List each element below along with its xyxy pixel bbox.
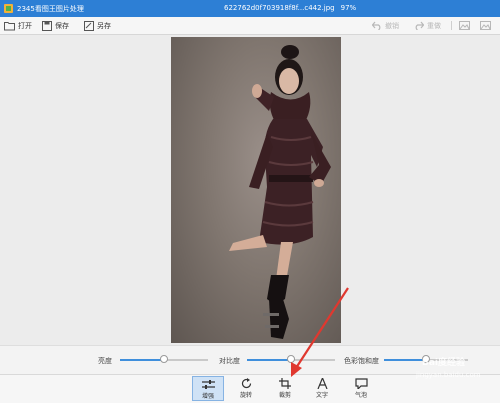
rotate-icon bbox=[241, 378, 251, 389]
title-bar: 2345看图王图片处理 622762d0f703918f8f...c442.jp… bbox=[0, 0, 500, 17]
text-icon bbox=[316, 378, 328, 389]
tool-text-label: 文字 bbox=[315, 392, 328, 399]
redo-icon bbox=[415, 21, 424, 30]
save-as-button[interactable]: 另存 bbox=[84, 20, 111, 31]
fullscreen-button[interactable] bbox=[480, 20, 491, 31]
app-title: 2345看图王图片处理 bbox=[17, 5, 84, 13]
tool-enhance[interactable]: 增强 bbox=[192, 376, 224, 401]
contrast-slider[interactable] bbox=[247, 355, 335, 363]
image-icon bbox=[480, 21, 491, 30]
tool-bubble-label: 气泡 bbox=[354, 392, 367, 399]
adjustment-panel: 亮度 对比度 色彩饱和度 bbox=[0, 345, 500, 375]
speech-bubble-icon bbox=[354, 378, 368, 389]
zoom-level: 97% bbox=[340, 4, 357, 12]
save-as-label: 另存 bbox=[97, 21, 111, 30]
saturation-label: 色彩饱和度 bbox=[344, 357, 379, 365]
tool-rotate-label: 旋转 bbox=[239, 392, 252, 399]
undo-icon bbox=[372, 21, 381, 30]
toolbar: 打开 保存 另存 撤销 重做 bbox=[0, 17, 500, 35]
image-canvas[interactable] bbox=[0, 35, 500, 345]
brightness-slider[interactable] bbox=[120, 355, 208, 363]
edited-photo bbox=[171, 37, 341, 343]
tool-rotate[interactable]: 旋转 bbox=[230, 376, 262, 401]
redo-button[interactable]: 重做 bbox=[414, 20, 441, 31]
save-as-icon bbox=[84, 20, 94, 31]
folder-open-icon bbox=[4, 21, 15, 30]
tool-enhance-label: 增强 bbox=[201, 393, 214, 400]
saturation-slider[interactable] bbox=[384, 355, 468, 363]
file-name: 622762d0f703918f8f...c442.jpg bbox=[224, 4, 335, 12]
sliders-icon bbox=[201, 380, 215, 389]
save-button[interactable]: 保存 bbox=[42, 20, 69, 31]
fashion-model-figure bbox=[229, 45, 331, 339]
crop-icon bbox=[278, 378, 291, 389]
edit-tools-bar: 增强 旋转 裁剪 文字 气泡 bbox=[0, 374, 500, 403]
app-logo-icon bbox=[4, 4, 13, 13]
save-icon bbox=[42, 20, 52, 31]
brightness-slider-fill bbox=[120, 359, 164, 361]
toolbar-divider bbox=[451, 21, 452, 30]
contrast-label: 对比度 bbox=[219, 357, 240, 365]
compare-button[interactable] bbox=[459, 20, 470, 31]
undo-label: 撤销 bbox=[385, 21, 399, 30]
brightness-slider-handle[interactable] bbox=[160, 355, 168, 363]
file-name-label: 622762d0f703918f8f...c442.jpg 97% bbox=[224, 4, 356, 12]
image-icon bbox=[459, 21, 470, 30]
contrast-slider-handle[interactable] bbox=[287, 355, 295, 363]
tool-text[interactable]: 文字 bbox=[306, 376, 338, 401]
tool-crop-label: 裁剪 bbox=[278, 392, 291, 399]
open-label: 打开 bbox=[18, 21, 32, 30]
tool-bubble[interactable]: 气泡 bbox=[345, 376, 377, 401]
undo-button[interactable]: 撤销 bbox=[372, 20, 399, 31]
tool-crop[interactable]: 裁剪 bbox=[269, 376, 301, 401]
brightness-label: 亮度 bbox=[98, 357, 112, 365]
saturation-slider-handle[interactable] bbox=[422, 355, 430, 363]
save-label: 保存 bbox=[55, 21, 69, 30]
redo-label: 重做 bbox=[427, 21, 441, 30]
contrast-slider-fill bbox=[247, 359, 291, 361]
open-button[interactable]: 打开 bbox=[4, 20, 32, 31]
saturation-slider-fill bbox=[384, 359, 426, 361]
